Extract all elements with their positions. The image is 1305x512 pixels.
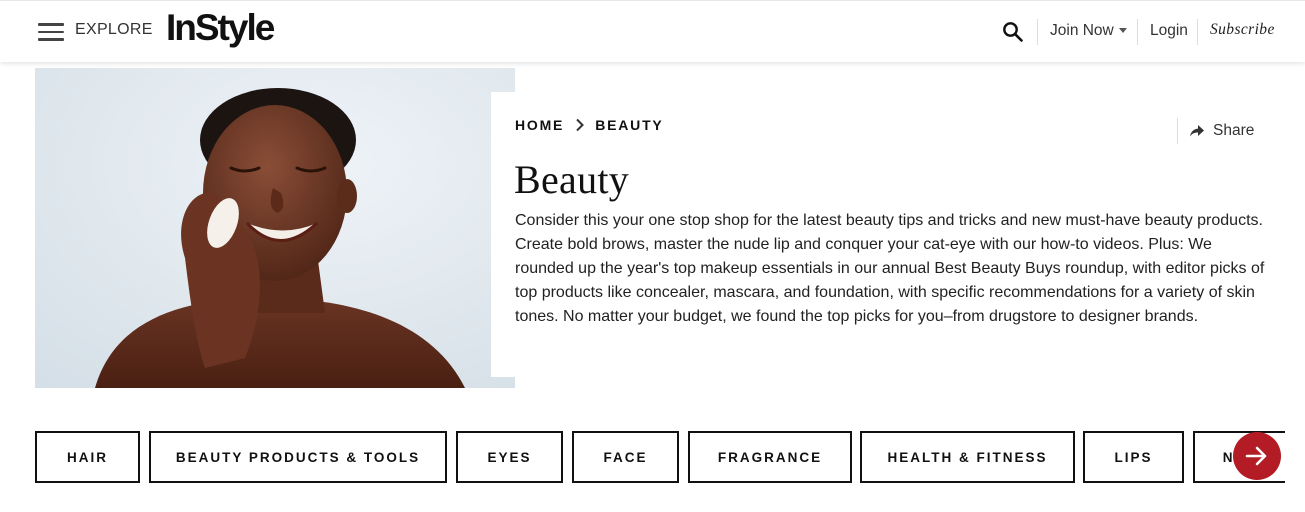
tab-lips[interactable]: LIPS xyxy=(1083,431,1184,483)
tab-face[interactable]: FACE xyxy=(572,431,679,483)
page-description: Consider this your one stop shop for the… xyxy=(515,212,1265,325)
site-header: EXPLORE InStyle Join Now Login Subscribe xyxy=(0,0,1305,62)
share-label: Share xyxy=(1213,122,1255,139)
chevron-down-icon xyxy=(1118,28,1127,34)
tab-health-fitness[interactable]: HEALTH & FITNESS xyxy=(860,431,1075,483)
login-link[interactable]: Login xyxy=(1150,22,1188,40)
tab-fragrance[interactable]: FRAGRANCE xyxy=(688,431,852,483)
search-icon[interactable] xyxy=(1002,21,1024,43)
instyle-logo[interactable]: InStyle xyxy=(166,7,275,49)
hero-image xyxy=(35,68,515,388)
menu-icon[interactable] xyxy=(38,23,64,41)
breadcrumb-home[interactable]: HOME xyxy=(515,117,564,133)
header-divider xyxy=(1197,19,1198,45)
explore-link[interactable]: EXPLORE xyxy=(75,21,153,39)
header-divider xyxy=(1137,19,1138,45)
share-button[interactable]: Share xyxy=(1177,118,1254,144)
join-now-label: Join Now xyxy=(1050,22,1114,39)
header-divider xyxy=(1037,19,1038,45)
tab-beauty-products-tools[interactable]: BEAUTY PRODUCTS & TOOLS xyxy=(149,431,447,483)
join-now-dropdown[interactable]: Join Now xyxy=(1050,22,1127,40)
share-arrow-icon xyxy=(1190,125,1204,137)
tab-hair[interactable]: HAIR xyxy=(35,431,140,483)
chevron-right-icon xyxy=(575,118,585,135)
tab-eyes[interactable]: EYES xyxy=(456,431,563,483)
page-title: Beauty xyxy=(514,157,630,202)
category-tabs: HAIR BEAUTY PRODUCTS & TOOLS EYES FACE F… xyxy=(35,431,1285,483)
subscribe-link[interactable]: Subscribe xyxy=(1210,21,1275,39)
arrow-right-icon xyxy=(1245,446,1267,466)
scroll-right-button[interactable] xyxy=(1233,432,1281,480)
breadcrumb: HOME BEAUTY xyxy=(515,117,664,135)
breadcrumb-beauty[interactable]: BEAUTY xyxy=(595,117,663,133)
